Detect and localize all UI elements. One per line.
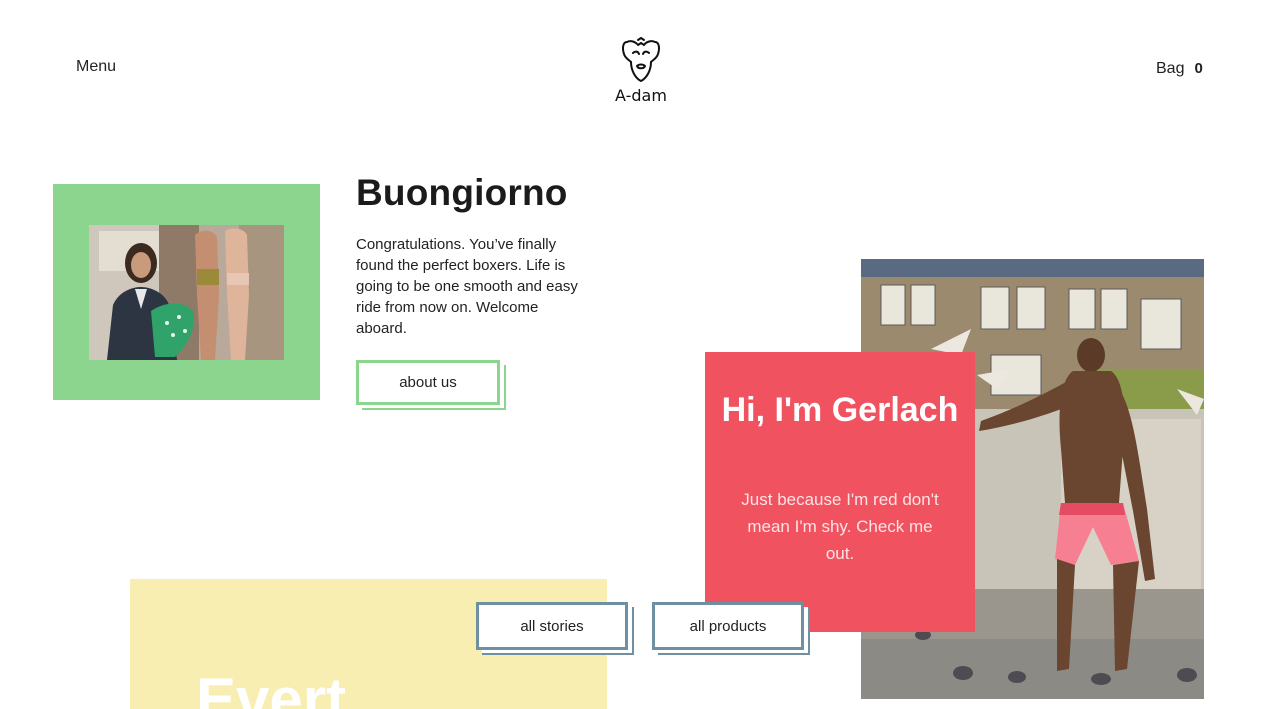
about-us-button[interactable]: about us — [356, 360, 500, 405]
menu-link[interactable]: Menu — [76, 58, 116, 76]
logo-text: A-dam — [615, 86, 667, 105]
all-stories-button[interactable]: all stories — [476, 602, 628, 650]
logo[interactable]: A-dam — [612, 36, 670, 106]
story-photo[interactable] — [89, 225, 284, 360]
bag-link[interactable]: Bag 0 — [1156, 60, 1203, 78]
feature-title: Hi, I'm Gerlach — [721, 391, 959, 429]
bulldog-logo-icon — [622, 37, 660, 82]
story-title: Evert — [196, 666, 347, 709]
all-products-button[interactable]: all products — [652, 602, 804, 650]
intro-body: Congratulations. You’ve finally found th… — [356, 236, 578, 337]
intro-title: Buongiorno — [356, 172, 568, 213]
people-photo-icon — [89, 225, 284, 360]
bag-count: 0 — [1194, 60, 1203, 77]
product-feature-card[interactable]: Hi, I'm Gerlach Just because I'm red don… — [705, 352, 975, 632]
bag-label: Bag — [1156, 60, 1185, 77]
feature-body: Just because I'm red don't mean I'm shy.… — [741, 490, 939, 563]
